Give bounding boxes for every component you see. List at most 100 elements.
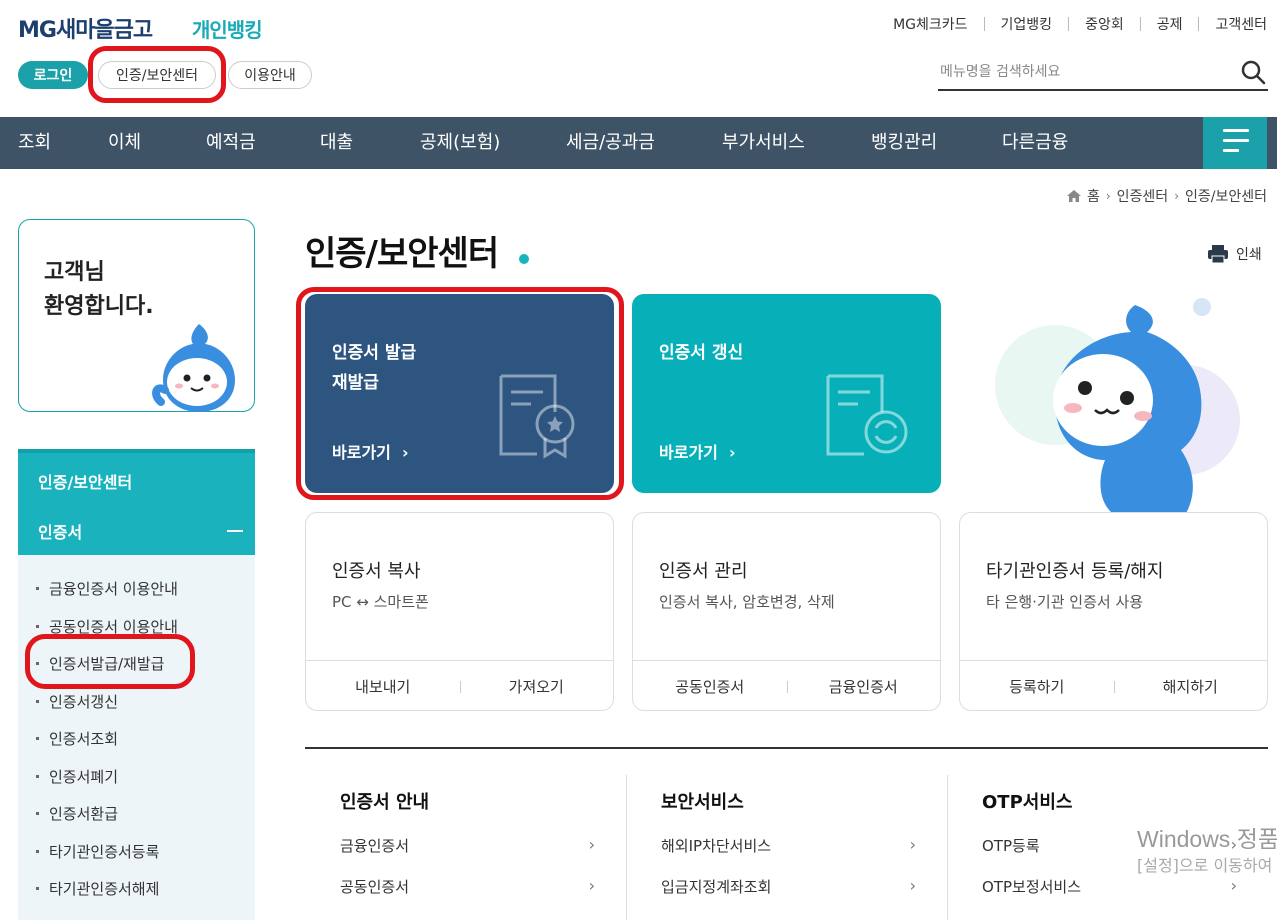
register-button[interactable]: 등록하기 [960, 676, 1114, 697]
link-federation[interactable]: 중앙회 [1069, 14, 1140, 34]
import-button[interactable]: 가져오기 [460, 676, 614, 697]
login-button[interactable]: 로그인 [18, 61, 88, 89]
sidebar-group-cert[interactable]: 인증서 [38, 519, 82, 543]
link-corporate-banking[interactable]: 기업뱅킹 [985, 14, 1069, 34]
main-nav: 조회 이체 예적금 대출 공제(보험) 세금/공과금 부가서비스 뱅킹관리 다른… [0, 117, 1277, 169]
welcome-text: 고객님 환영합니다. [44, 260, 154, 319]
search-icon[interactable] [1240, 59, 1266, 85]
section-cert-guide: 인증서 안내 금융인증서 › 공동인증서 › [305, 775, 626, 920]
sidebar-item-cert-inquiry[interactable]: 인증서조회 [36, 728, 118, 749]
chevron-right-icon: › [909, 876, 916, 895]
menu-icon [1223, 149, 1239, 152]
sidebar-section-title[interactable]: 인증/보안센터 [38, 469, 132, 493]
title-dot [519, 254, 529, 264]
section-security: 보안서비스 해외IP차단서비스 › 입금지정계좌조회 › [626, 775, 947, 920]
column-divider [947, 775, 948, 920]
windows-watermark: Windows 정품 인증 [1137, 826, 1277, 852]
windows-watermark-sub: [설정]으로 이동하여 Windows를 정품 인증합니다. [1137, 856, 1277, 875]
card-title: 인증서 갱신 [659, 343, 744, 363]
highlight-sidebar-issue [25, 634, 195, 689]
breadcrumb-cert-center[interactable]: 인증센터 [1117, 186, 1169, 206]
breadcrumb: 홈 › 인증센터 › 인증/보안센터 [1066, 186, 1267, 206]
nav-insurance[interactable]: 공제(보험) [420, 117, 500, 169]
menu-search [938, 56, 1268, 91]
mascot-icon [152, 324, 235, 412]
link-foreign-ip-block[interactable]: 해외IP차단서비스 › [661, 835, 916, 856]
sidebar-item-cert-refund[interactable]: 인증서환급 [36, 803, 118, 824]
nav-inquiry[interactable]: 조회 [18, 117, 51, 169]
card-other-cert: 타기관인증서 등록/해지 타 은행·기관 인증서 사용 등록하기 해지하기 [959, 512, 1268, 711]
card-cert-copy: 인증서 복사 PC ↔ 스마트폰 내보내기 가져오기 [305, 512, 614, 711]
link-check-card[interactable]: MG체크카드 [877, 14, 983, 34]
sidebar-list: 금융인증서 이용안내 공동인증서 이용안내 인증서발급/재발급 인증서갱신 인증… [18, 555, 255, 920]
sidebar-item-other-cert-register[interactable]: 타기관인증서등록 [36, 841, 159, 862]
menu-icon [1223, 129, 1249, 132]
sidebar-item-cert-revoke[interactable]: 인증서폐기 [36, 766, 118, 787]
sidebar-item-financial-cert-guide[interactable]: 금융인증서 이용안내 [36, 578, 178, 599]
certificate-renew-icon [826, 374, 908, 456]
card-cert-manage: 인증서 관리 인증서 복사, 암호변경, 삭제 공동인증서 금융인증서 [632, 512, 941, 711]
nav-transfer[interactable]: 이체 [108, 117, 141, 169]
page-title: 인증/보안센터 [305, 234, 499, 274]
card-title: 타기관인증서 등록/해지 [986, 561, 1164, 582]
cancel-button[interactable]: 해지하기 [1114, 676, 1268, 697]
guide-button[interactable]: 이용안내 [228, 61, 312, 89]
link-designated-account[interactable]: 입금지정계좌조회 › [661, 876, 916, 897]
breadcrumb-home[interactable]: 홈 [1087, 186, 1100, 206]
card-actions: 내보내기 가져오기 [306, 660, 613, 712]
nav-deposit[interactable]: 예적금 [206, 117, 256, 169]
link-financial-cert[interactable]: 금융인증서 › [340, 835, 595, 856]
link-insurance[interactable]: 공제 [1141, 14, 1199, 34]
home-icon [1066, 190, 1081, 202]
card-cert-renew[interactable]: 인증서 갱신 바로가기 › [632, 294, 941, 493]
section-title: 인증서 안내 [340, 792, 430, 813]
section-title: OTP서비스 [982, 792, 1073, 813]
nav-banking-management[interactable]: 뱅킹관리 [871, 117, 937, 169]
sidebar-header: 인증/보안센터 인증서 [18, 449, 255, 555]
sidebar-item-cert-renew[interactable]: 인증서갱신 [36, 691, 118, 712]
nav-loan[interactable]: 대출 [320, 117, 353, 169]
go-link[interactable]: 바로가기 › [659, 439, 736, 463]
printer-icon [1208, 245, 1228, 263]
nav-extra-services[interactable]: 부가서비스 [722, 117, 805, 169]
link-joint-cert[interactable]: 공동인증서 › [340, 876, 595, 897]
brand-logo[interactable]: MG새마을금고 [18, 12, 153, 44]
highlight-cert-center [88, 46, 226, 103]
nav-other-finance[interactable]: 다른금융 [1002, 117, 1068, 169]
section-divider [305, 747, 1268, 749]
card-actions: 공동인증서 금융인증서 [633, 660, 940, 712]
brand-subtitle: 개인뱅킹 [192, 18, 263, 42]
highlight-card-issue [296, 287, 624, 500]
card-desc: 인증서 복사, 암호변경, 삭제 [659, 593, 835, 611]
sidebar-item-other-cert-cancel[interactable]: 타기관인증서해제 [36, 878, 159, 899]
financial-cert-button[interactable]: 금융인증서 [787, 676, 941, 697]
collapse-icon[interactable] [227, 530, 243, 532]
link-customer-center[interactable]: 고객센터 [1199, 14, 1267, 34]
card-desc: 타 은행·기관 인증서 사용 [986, 593, 1144, 611]
welcome-box: 고객님 환영합니다. [18, 219, 255, 412]
section-title: 보안서비스 [661, 792, 744, 813]
link-otp-correction[interactable]: OTP보정서비스 › [982, 876, 1237, 897]
chevron-right-icon: › [1230, 876, 1237, 895]
chevron-right-icon: › [1105, 189, 1111, 203]
column-divider [626, 775, 627, 920]
nav-tax[interactable]: 세금/공과금 [566, 117, 655, 169]
search-input[interactable] [938, 56, 1228, 88]
joint-cert-button[interactable]: 공동인증서 [633, 676, 787, 697]
card-title: 인증서 복사 [332, 561, 421, 582]
card-title: 인증서 관리 [659, 561, 748, 582]
export-button[interactable]: 내보내기 [306, 676, 460, 697]
chevron-right-icon: › [588, 835, 595, 854]
chevron-right-icon: › [1174, 189, 1179, 203]
print-label: 인쇄 [1236, 247, 1262, 263]
menu-icon [1223, 139, 1249, 142]
chevron-right-icon: › [909, 835, 916, 854]
breadcrumb-current: 인증/보안센터 [1185, 189, 1267, 205]
print-button[interactable]: 인쇄 [1208, 244, 1262, 264]
card-desc: PC ↔ 스마트폰 [332, 593, 429, 611]
chevron-right-icon: › [588, 876, 595, 895]
card-actions: 등록하기 해지하기 [960, 660, 1267, 712]
top-utility-links: MG체크카드 기업뱅킹 중앙회 공제 고객센터 [877, 14, 1267, 34]
hamburger-menu-button[interactable] [1203, 117, 1267, 169]
mascot-illustration [995, 298, 1240, 515]
